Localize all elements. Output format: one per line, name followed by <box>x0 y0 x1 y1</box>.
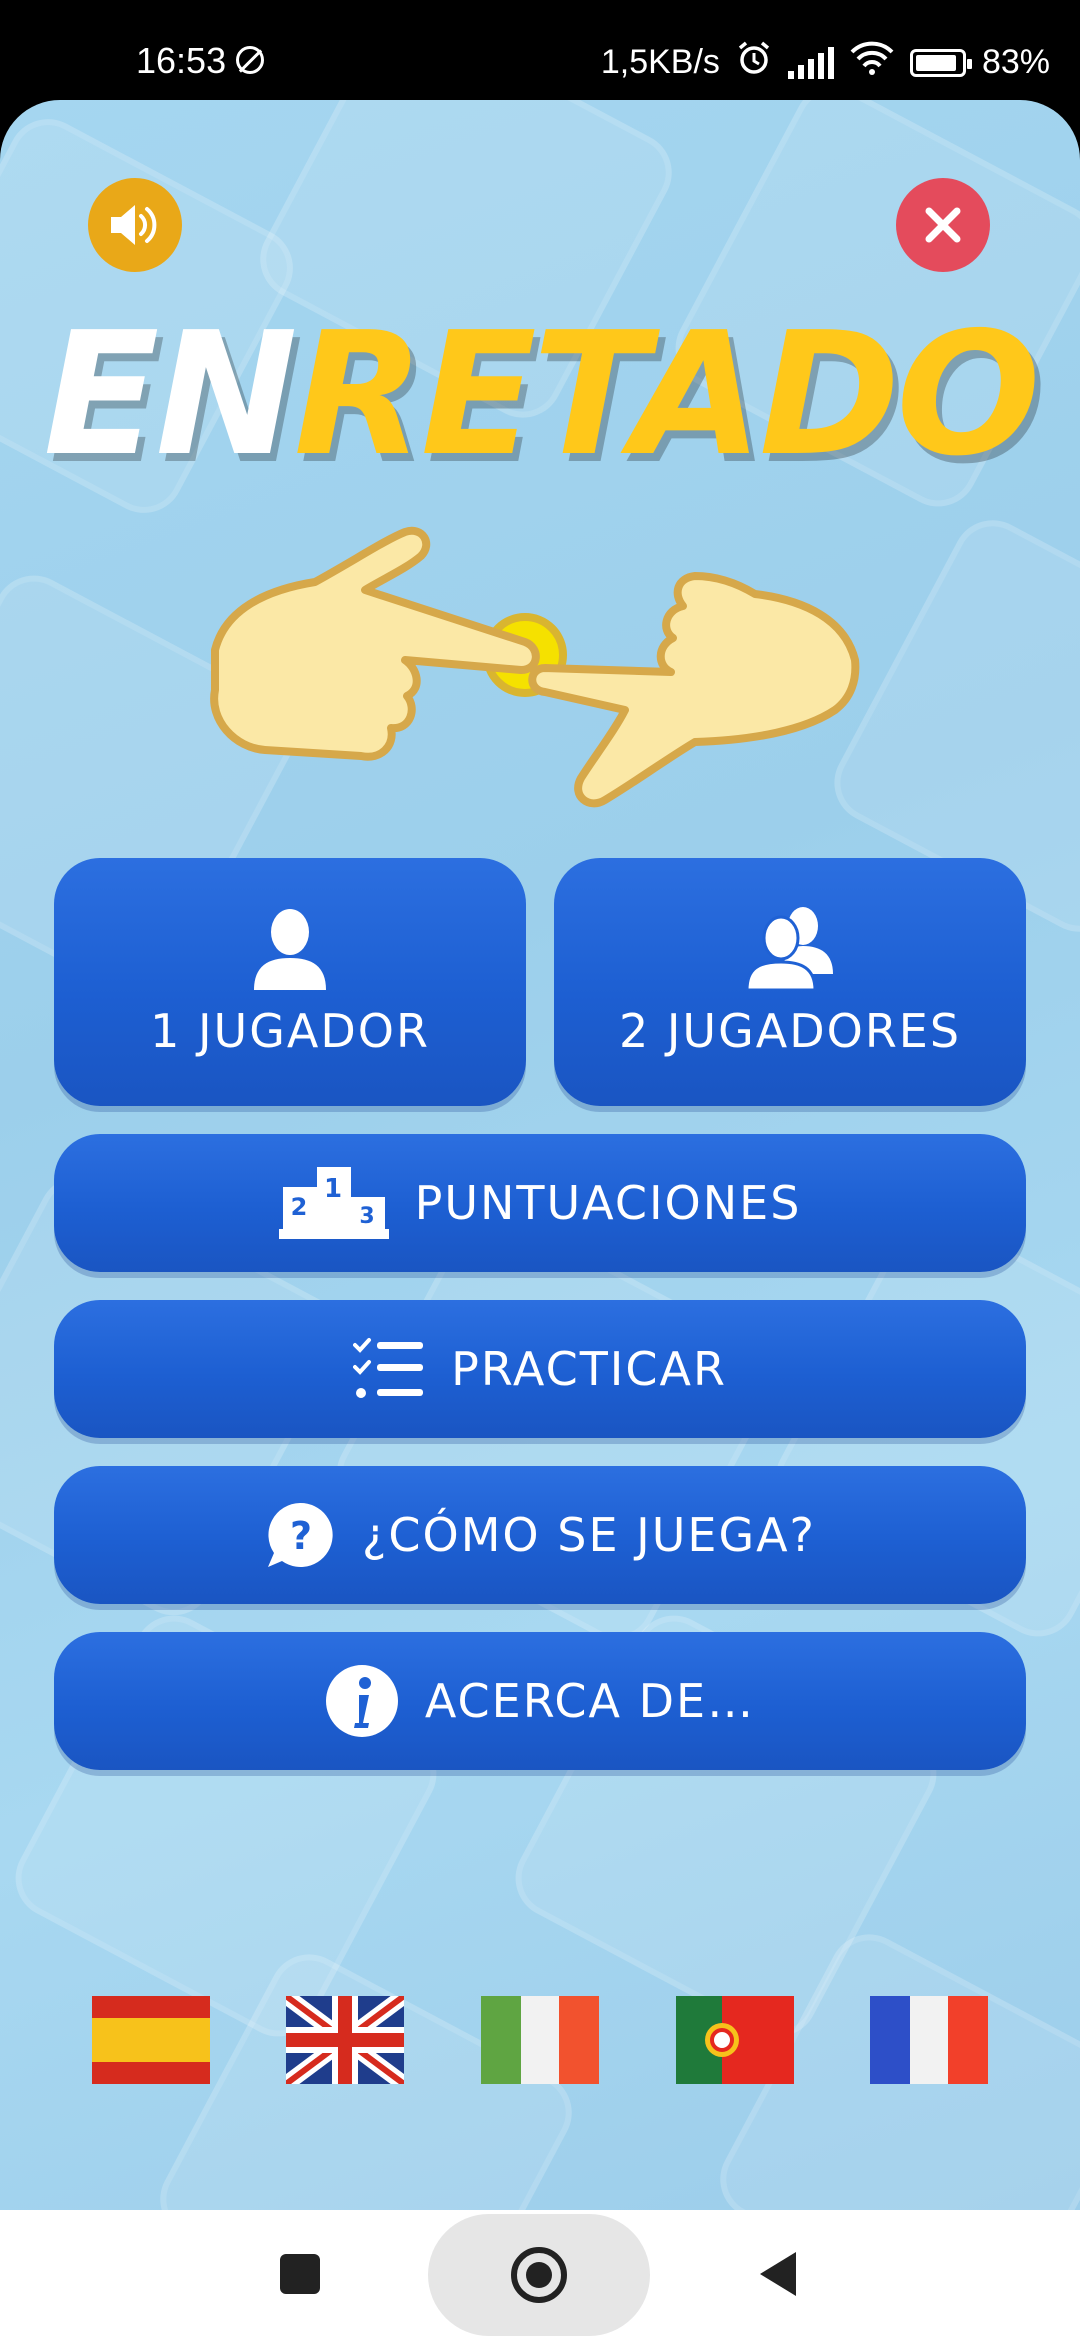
two-players-label: 2 JUGADORES <box>618 1004 962 1058</box>
question-bubble-icon: ? <box>264 1499 336 1571</box>
flag-italy-icon[interactable] <box>481 1996 599 2084</box>
practice-button[interactable]: PRACTICAR <box>54 1300 1026 1438</box>
about-button[interactable]: ACERCA DE… <box>54 1632 1026 1770</box>
pointing-hands-illustration <box>210 526 860 808</box>
alarm-icon <box>736 40 772 85</box>
about-label: ACERCA DE… <box>424 1674 756 1728</box>
dnd-off-icon <box>236 46 264 74</box>
battery-icon <box>909 48 972 77</box>
logo-part-retado: RETADO <box>293 296 1041 494</box>
svg-text:1: 1 <box>324 1174 344 1204</box>
network-speed: 1,5KB/s <box>600 43 720 81</box>
wifi-icon <box>850 41 894 84</box>
close-icon <box>925 207 961 243</box>
recents-icon[interactable] <box>280 2254 320 2294</box>
status-time: 16:53 <box>136 40 227 81</box>
scores-label: PUNTUACIONES <box>414 1176 802 1230</box>
one-player-label: 1 JUGADOR <box>150 1004 430 1058</box>
svg-text:?: ? <box>290 1514 314 1558</box>
svg-text:2: 2 <box>290 1193 309 1221</box>
checklist-icon <box>353 1337 425 1401</box>
game-logo: ENRETADO <box>0 310 1080 480</box>
flag-spain-icon[interactable] <box>92 1996 210 2084</box>
navigation-bar <box>0 2210 1080 2340</box>
info-icon <box>325 1664 399 1738</box>
how-to-play-button[interactable]: ? ¿CÓMO SE JUEGA? <box>54 1466 1026 1604</box>
status-bar: 16:53 1,5KB/s 83% <box>0 0 1080 100</box>
home-button[interactable] <box>428 2214 650 2336</box>
how-to-play-label: ¿CÓMO SE JUEGA? <box>362 1508 816 1562</box>
user-icon <box>254 909 326 990</box>
flag-portugal-icon[interactable] <box>676 1996 794 2084</box>
home-icon <box>511 2247 567 2303</box>
close-button[interactable] <box>896 178 990 272</box>
flag-france-icon[interactable] <box>870 1996 988 2084</box>
practice-label: PRACTICAR <box>451 1342 727 1396</box>
signal-icon <box>787 46 834 79</box>
logo-part-en: EN <box>43 296 297 494</box>
back-icon[interactable] <box>756 2250 800 2298</box>
battery-level: 83% <box>981 43 1050 81</box>
users-icon <box>745 907 833 990</box>
svg-text:3: 3 <box>359 1204 376 1229</box>
one-player-button[interactable]: 1 JUGADOR <box>54 858 526 1106</box>
podium-icon: 1 2 3 <box>278 1163 389 1243</box>
two-players-button[interactable]: 2 JUGADORES <box>554 858 1026 1106</box>
sound-button[interactable] <box>88 178 182 272</box>
scores-button[interactable]: 1 2 3 PUNTUACIONES <box>54 1134 1026 1272</box>
app-screen: ENRETADO 1 JUGADOR 2 JUGADORES 1 2 3 PUN… <box>0 100 1080 2210</box>
flag-uk-icon[interactable] <box>286 1996 404 2084</box>
speaker-icon <box>111 205 157 245</box>
language-selector <box>0 1996 1080 2086</box>
